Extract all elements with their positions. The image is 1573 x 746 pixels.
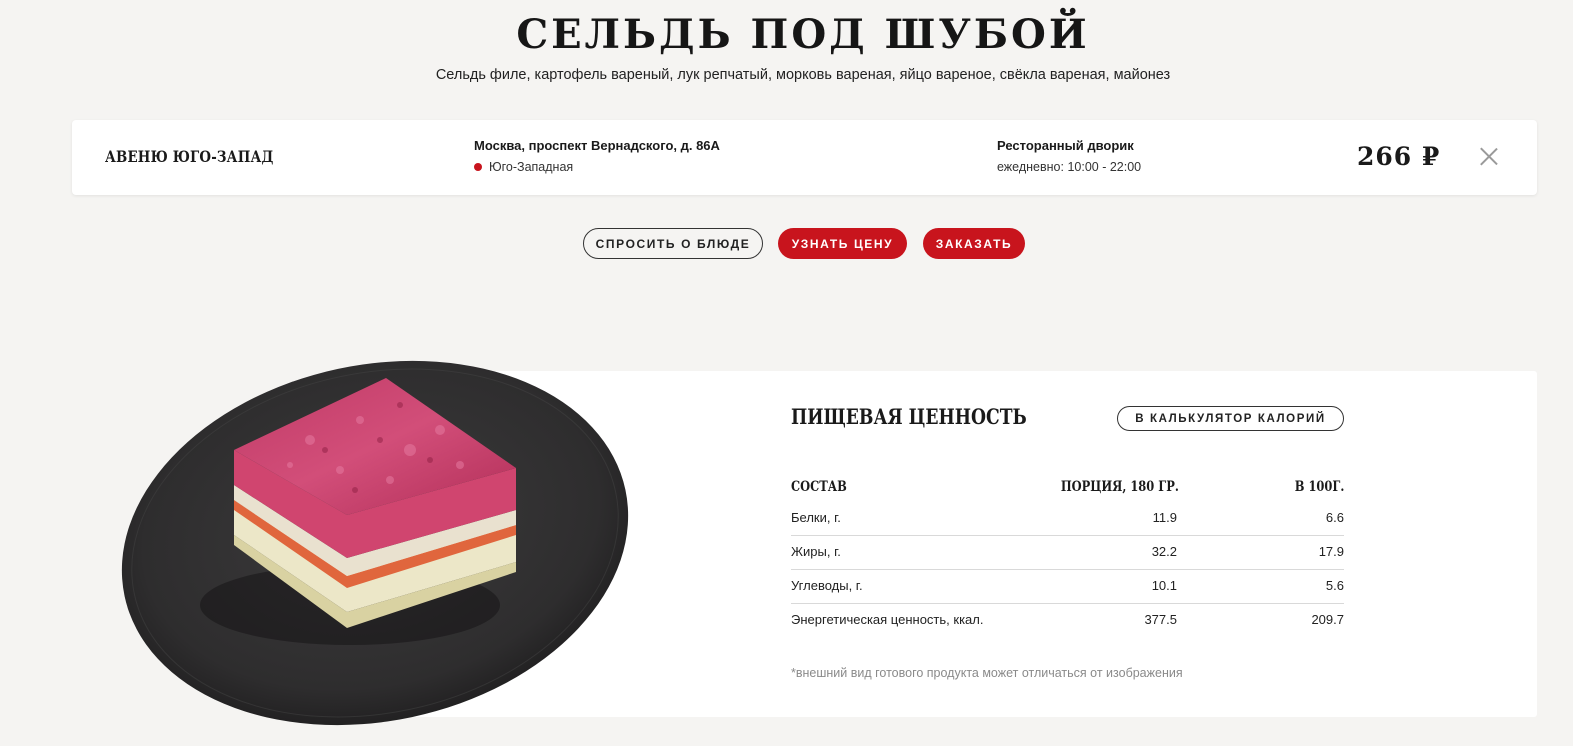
- page-title: СЕЛЬДЬ ПОД ШУБОЙ: [516, 11, 1090, 58]
- nutrition-title: ПИЩЕВАЯ ЦЕННОСТЬ: [791, 404, 1027, 429]
- nutrient-name: Энергетическая ценность, ккал.: [791, 612, 984, 627]
- metro-station: Юго-Западная: [474, 160, 573, 174]
- dish-ingredients: Сельдь филе, картофель вареный, лук репч…: [435, 67, 1171, 83]
- metro-label: Юго-Западная: [489, 160, 574, 174]
- ask-about-dish-button[interactable]: СПРОСИТЬ О БЛЮДЕ: [583, 228, 763, 259]
- nutrient-name: Белки, г.: [791, 510, 841, 525]
- portion-value: 377.5: [1144, 612, 1177, 627]
- nutrition-table: СОСТАВ ПОРЦИЯ, 180 ГР. В 100Г. Белки, г.…: [791, 472, 1344, 637]
- header-composition: СОСТАВ: [791, 479, 847, 495]
- per-100g-value: 209.7: [1311, 612, 1344, 627]
- image-disclaimer: *внешний вид готового продукта может отл…: [791, 666, 1183, 680]
- portion-value: 32.2: [1151, 544, 1177, 559]
- per-100g-value: 5.6: [1325, 578, 1344, 593]
- close-icon[interactable]: [1480, 147, 1498, 165]
- nutrient-name: Углеводы, г.: [791, 578, 863, 593]
- table-row: Белки, г. 11.9 6.6: [791, 502, 1344, 536]
- nutrient-name: Жиры, г.: [791, 544, 841, 559]
- table-row: Жиры, г. 32.2 17.9: [791, 536, 1344, 570]
- table-row: Энергетическая ценность, ккал. 377.5 209…: [791, 604, 1344, 637]
- dish-price: 266 ₽: [1357, 142, 1441, 171]
- store-name: АВЕНЮ ЮГО-ЗАПАД: [105, 147, 274, 166]
- header-portion: ПОРЦИЯ, 180 ГР.: [1060, 479, 1179, 495]
- portion-value: 10.1: [1151, 578, 1177, 593]
- per-100g-value: 6.6: [1325, 510, 1344, 525]
- nutrition-table-header: СОСТАВ ПОРЦИЯ, 180 ГР. В 100Г.: [791, 472, 1344, 502]
- store-location: Ресторанный дворик: [997, 138, 1134, 153]
- store-card: АВЕНЮ ЮГО-ЗАПАД Москва, проспект Вернадс…: [72, 120, 1537, 195]
- per-100g-value: 17.9: [1318, 544, 1344, 559]
- calorie-calculator-button[interactable]: В КАЛЬКУЛЯТОР КАЛОРИЙ: [1117, 406, 1344, 431]
- order-button[interactable]: ЗАКАЗАТЬ: [923, 228, 1025, 259]
- store-address: Москва, проспект Вернадского, д. 86А: [474, 138, 720, 153]
- dish-image: [110, 350, 640, 735]
- portion-value: 11.9: [1152, 510, 1177, 525]
- metro-dot-icon: [474, 163, 482, 171]
- store-hours: ежедневно: 10:00 - 22:00: [997, 160, 1142, 174]
- get-price-button[interactable]: УЗНАТЬ ЦЕНУ: [778, 228, 907, 259]
- table-row: Углеводы, г. 10.1 5.6: [791, 570, 1344, 604]
- header-per-100g: В 100Г.: [1294, 479, 1344, 495]
